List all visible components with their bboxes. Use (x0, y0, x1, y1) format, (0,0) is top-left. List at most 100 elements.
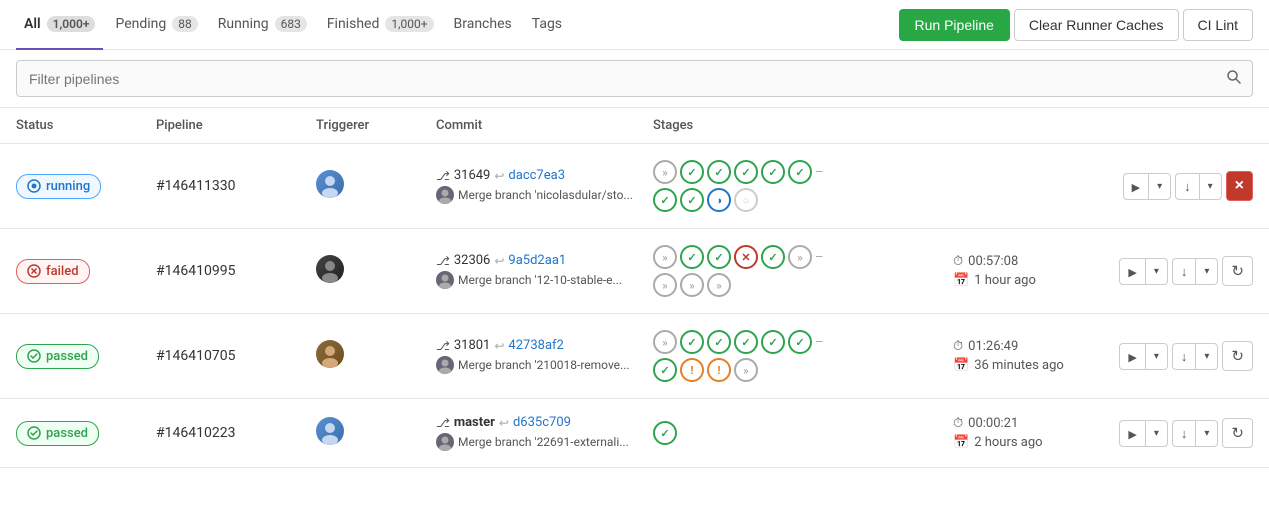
table-row: passed #146410223 ⎇ master ↩ d635c709 Me… (0, 399, 1269, 468)
header-stages: Stages (653, 118, 953, 133)
clear-runner-caches-button[interactable]: Clear Runner Caches (1014, 9, 1179, 41)
stage-skip-icon: » (707, 273, 731, 297)
commit-ref: ⎇ master ↩ d635c709 (436, 415, 653, 430)
commit-hash-link[interactable]: 9a5d2aa1 (508, 253, 566, 268)
refresh-icon (1231, 262, 1244, 280)
tab-branches[interactable]: Branches (446, 0, 520, 50)
clock-icon (953, 339, 963, 354)
commit-ref: ⎇ 31649 ↩ dacc7ea3 (436, 168, 653, 183)
stage-running-icon: ◑ (707, 188, 731, 212)
filter-search-button[interactable] (1216, 61, 1252, 96)
branch-icon: ⎇ (436, 254, 450, 268)
tab-pending-badge: 88 (172, 16, 198, 32)
play-button[interactable] (1119, 343, 1144, 370)
status-badge: passed (16, 344, 99, 369)
download-button[interactable] (1172, 343, 1196, 370)
calendar-icon: 📅 (953, 273, 969, 288)
search-icon (1226, 69, 1242, 85)
header-triggerer: Triggerer (316, 118, 436, 133)
commit-ref: ⎇ 32306 ↩ 9a5d2aa1 (436, 253, 653, 268)
stage-success-icon: ✓ (761, 245, 785, 269)
commit-cell: ⎇ 31801 ↩ 42738af2 Merge branch '210018-… (436, 338, 653, 374)
retry-button[interactable] (1222, 418, 1253, 448)
commit-hash-link[interactable]: 42738af2 (508, 338, 563, 353)
play-button[interactable] (1123, 173, 1148, 200)
tab-branches-label: Branches (454, 16, 512, 32)
play-dropdown-button[interactable]: ▾ (1145, 258, 1168, 285)
download-icon (1181, 349, 1188, 364)
chevron-down-icon: ▾ (1157, 181, 1162, 192)
run-pipeline-button[interactable]: Run Pipeline (899, 9, 1010, 41)
stage-success-icon: ✓ (761, 160, 785, 184)
commit-hash-link[interactable]: d635c709 (513, 415, 571, 430)
master-branch-icon: ⎇ (436, 416, 450, 430)
download-button[interactable] (1172, 420, 1196, 447)
play-dropdown-button[interactable]: ▾ (1148, 173, 1171, 200)
play-dropdown-button[interactable]: ▾ (1145, 420, 1168, 447)
duration-row: 01:26:49 (953, 339, 1113, 354)
pipeline-id: #146410223 (156, 425, 316, 441)
time-ago-row: 📅 2 hours ago (953, 435, 1113, 450)
play-dropdown-button[interactable]: ▾ (1145, 343, 1168, 370)
ci-lint-button[interactable]: CI Lint (1183, 9, 1253, 41)
committer-avatar (436, 356, 454, 374)
commit-hash-link[interactable]: dacc7ea3 (508, 168, 565, 183)
stage-skip-icon: » (653, 245, 677, 269)
header-time (953, 118, 1113, 133)
stage-row-2: » » » (653, 273, 953, 297)
actions-cell: ▾ ▾ (1113, 256, 1253, 286)
stage-row-1: » ✓ ✓ ✕ ✓ » – (653, 245, 953, 269)
cancel-button[interactable] (1226, 171, 1253, 201)
tab-finished[interactable]: Finished 1,000+ (319, 0, 442, 50)
stage-success-icon: ✓ (734, 160, 758, 184)
commit-number: 31649 (454, 168, 491, 183)
status-cell: running (16, 174, 156, 199)
table-row: running #146411330 ⎇ 31649 ↩ dacc7ea3 Me… (0, 144, 1269, 229)
refresh-icon (1231, 347, 1244, 365)
commit-arrow: ↩ (494, 169, 504, 183)
passed-icon (27, 426, 41, 440)
download-icon (1181, 426, 1188, 441)
triggerer-cell (316, 255, 436, 287)
committer-avatar (436, 186, 454, 204)
retry-button[interactable] (1222, 341, 1253, 371)
tab-running[interactable]: Running 683 (210, 0, 315, 50)
chevron-down-icon: ▾ (1154, 428, 1159, 439)
play-icon (1128, 264, 1136, 279)
commit-msg-text: Merge branch '22691-externali... (458, 435, 629, 449)
retry-button[interactable] (1222, 256, 1253, 286)
download-dropdown-button[interactable]: ▾ (1199, 173, 1222, 200)
download-button[interactable] (1175, 173, 1199, 200)
stage-skip-icon: » (653, 330, 677, 354)
download-button[interactable] (1172, 258, 1196, 285)
chevron-down-icon: ▾ (1204, 266, 1209, 277)
stage-success-icon: ✓ (707, 245, 731, 269)
play-icon (1128, 426, 1136, 441)
play-button[interactable] (1119, 258, 1144, 285)
tab-all[interactable]: All 1,000+ (16, 0, 103, 50)
duration-value: 01:26:49 (968, 339, 1018, 354)
filter-input[interactable] (17, 63, 1216, 95)
download-dropdown-button[interactable]: ▾ (1195, 258, 1218, 285)
play-button[interactable] (1119, 420, 1144, 447)
time-ago-value: 1 hour ago (974, 273, 1036, 288)
committer-avatar (436, 271, 454, 289)
commit-message: Merge branch '12-10-stable-e... (436, 271, 653, 289)
commit-arrow: ↩ (499, 416, 509, 430)
download-dropdown-button[interactable]: ▾ (1195, 420, 1218, 447)
running-icon (27, 179, 41, 193)
tab-tags[interactable]: Tags (524, 0, 570, 50)
stage-success-icon: ✓ (680, 245, 704, 269)
actions-cell: ▾ ▾ (1113, 418, 1253, 448)
download-dropdown-button[interactable]: ▾ (1195, 343, 1218, 370)
download-action-group: ▾ (1172, 420, 1219, 447)
download-icon (1181, 264, 1188, 279)
play-icon (1128, 349, 1136, 364)
play-action-group: ▾ (1119, 258, 1168, 285)
stage-skip-icon: » (680, 273, 704, 297)
tab-pending[interactable]: Pending 88 (107, 0, 205, 50)
chevron-down-icon: ▾ (1204, 351, 1209, 362)
commit-arrow: ↩ (494, 339, 504, 353)
tab-all-label: All (24, 16, 41, 32)
triggerer-cell (316, 340, 436, 372)
